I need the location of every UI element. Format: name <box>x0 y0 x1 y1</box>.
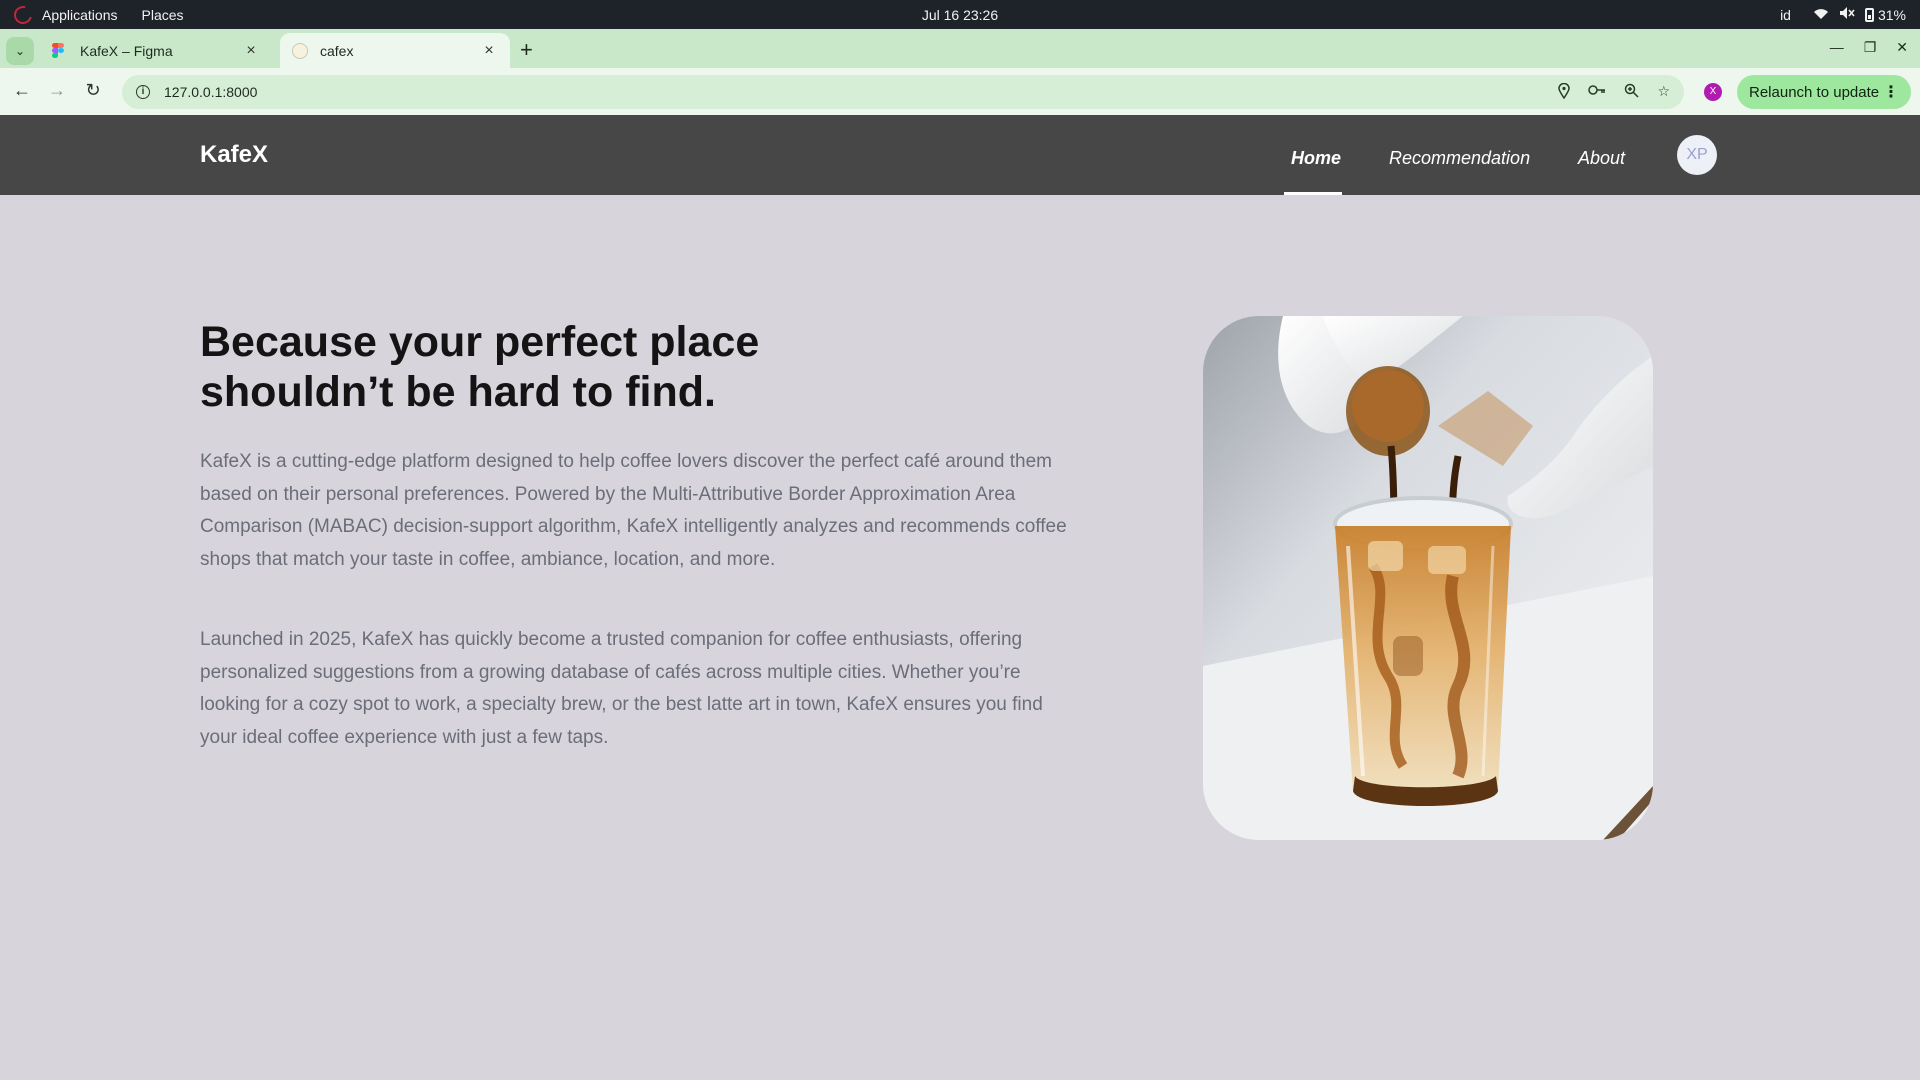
relaunch-label: Relaunch to update <box>1749 83 1880 101</box>
nav-link-recommendation[interactable]: Recommendation <box>1389 148 1530 169</box>
back-arrow-icon[interactable]: ← <box>11 80 33 101</box>
cafex-favicon-icon <box>292 42 308 59</box>
iced-coffee-image <box>1203 316 1653 840</box>
location-pin-icon[interactable] <box>1558 82 1571 102</box>
applications-menu[interactable]: Applications <box>10 2 118 27</box>
user-avatar[interactable]: XP <box>1677 135 1717 175</box>
browser-toolbar: ← → ↻ i 127.0.0.1:8000 ☆ X Relaunch to u… <box>0 68 1920 115</box>
battery-percent: 31% <box>1877 6 1906 23</box>
bookmark-star-icon[interactable]: ☆ <box>1657 83 1670 102</box>
zoom-icon[interactable] <box>1624 83 1639 102</box>
debian-logo-icon <box>10 2 36 27</box>
close-icon[interactable]: × <box>242 42 260 60</box>
minimize-icon[interactable]: — <box>1830 39 1844 56</box>
figma-icon <box>52 42 68 59</box>
relaunch-to-update-button[interactable]: Relaunch to update ⋮ <box>1737 75 1911 109</box>
hero-paragraph-intro: KafeX is a cutting-edge platform designe… <box>200 451 1067 570</box>
new-tab-button[interactable]: + <box>520 37 540 63</box>
address-bar[interactable]: i 127.0.0.1:8000 ☆ <box>122 75 1684 109</box>
forward-arrow-icon[interactable]: → <box>46 80 68 101</box>
keyboard-layout-indicator[interactable]: id <box>1780 7 1791 23</box>
reload-icon[interactable]: ↻ <box>82 80 104 101</box>
wifi-icon[interactable] <box>1813 7 1829 23</box>
volume-muted-icon[interactable] <box>1839 6 1855 23</box>
tab-cafex[interactable]: cafex × <box>280 33 510 68</box>
site-navbar: KafeX Home Recommendation About XP <box>0 115 1920 195</box>
site-info-icon[interactable]: i <box>136 85 150 99</box>
chevron-down-icon: ⌄ <box>14 44 26 58</box>
battery-icon <box>1864 7 1874 22</box>
browser-tab-strip: ⌄ KafeX – Figma × cafex × + — ❐ ✕ <box>0 29 1920 68</box>
profile-avatar[interactable]: X <box>1704 83 1722 101</box>
tab-search-button[interactable]: ⌄ <box>6 37 34 65</box>
battery-indicator[interactable]: 31% <box>1864 6 1906 23</box>
hero-section: Because your perfect place shouldn’t be … <box>0 195 1920 1080</box>
os-top-bar: Applications Places Jul 16 23:26 id 31% <box>0 0 1920 29</box>
brand-logo[interactable]: KafeX <box>200 141 268 169</box>
nav-link-home[interactable]: Home <box>1291 148 1341 169</box>
nav-link-about[interactable]: About <box>1578 148 1625 169</box>
close-icon[interactable]: × <box>480 42 498 60</box>
tab-kafex-figma[interactable]: KafeX – Figma × <box>40 33 272 68</box>
tab-title: cafex <box>320 42 354 59</box>
clock[interactable]: Jul 16 23:26 <box>922 7 998 23</box>
password-key-icon[interactable] <box>1588 83 1606 102</box>
window-controls: — ❐ ✕ <box>1830 39 1908 56</box>
close-window-icon[interactable]: ✕ <box>1896 39 1908 56</box>
url-text: 127.0.0.1:8000 <box>164 84 258 100</box>
hero-title: Because your perfect place shouldn’t be … <box>200 318 760 416</box>
hero-paragraph-history: Launched in 2025, KafeX has quickly beco… <box>200 629 1043 748</box>
applications-label: Applications <box>42 6 118 23</box>
tab-title: KafeX – Figma <box>80 42 173 59</box>
restore-icon[interactable]: ❐ <box>1864 39 1877 56</box>
kebab-menu-icon[interactable]: ⋮ <box>1883 82 1899 102</box>
places-menu[interactable]: Places <box>142 7 184 23</box>
